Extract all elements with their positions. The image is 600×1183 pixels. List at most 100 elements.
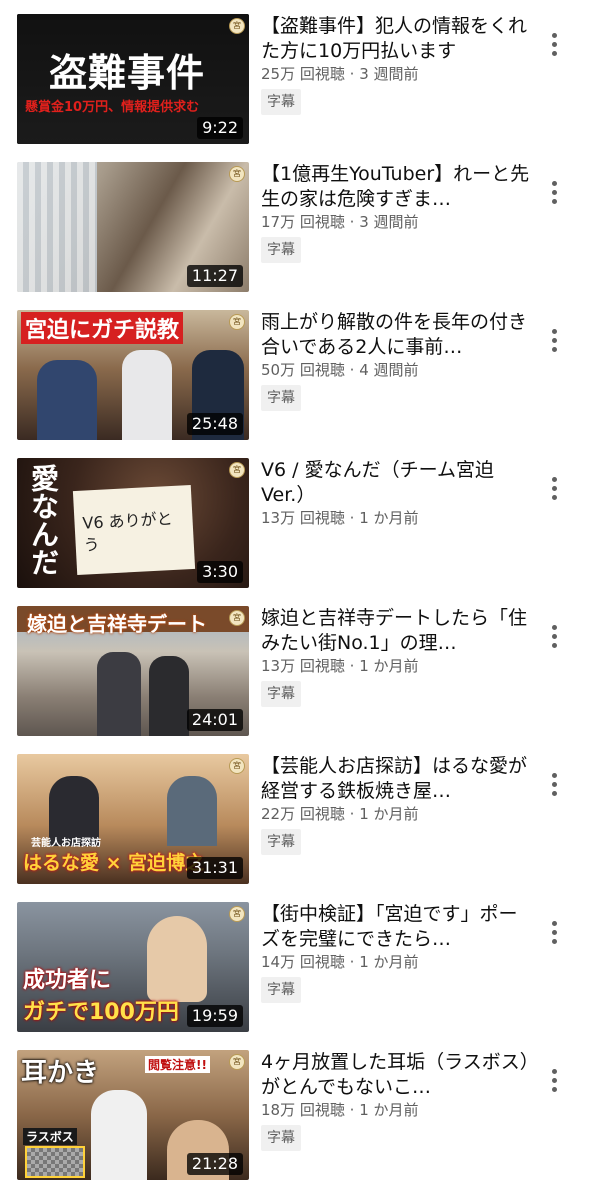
meta-separator: · xyxy=(349,953,355,971)
video-info: 【1億再生YouTuber】れーと先生の家は危険すぎま… 17万 回視聴 · 3… xyxy=(261,162,531,263)
video-meta: 18万 回視聴 · 1 か月前 xyxy=(261,1100,531,1120)
view-count: 17万 回視聴 xyxy=(261,213,345,231)
thumbnail-subcaption: 懸賞金10万円、情報提供求む xyxy=(25,100,200,115)
more-options-icon[interactable] xyxy=(540,912,568,952)
meta-separator: · xyxy=(349,361,355,379)
upload-age: 1 か月前 xyxy=(359,1101,419,1119)
channel-badge: 宮 xyxy=(229,906,245,922)
video-title[interactable]: 【盗難事件】犯人の情報をくれた方に10万円払います xyxy=(261,14,531,64)
video-row[interactable]: 成功者に ガチで100万円 宮 19:59 【街中検証】「宮迫です」ポーズを完璧… xyxy=(0,902,600,1050)
more-options-icon[interactable] xyxy=(540,24,568,64)
video-title[interactable]: 【1億再生YouTuber】れーと先生の家は危険すぎま… xyxy=(261,162,531,212)
thumbnail-caption: 耳かき xyxy=(21,1058,100,1088)
video-meta: 13万 回視聴 · 1 か月前 xyxy=(261,508,531,528)
upload-age: 1 か月前 xyxy=(359,805,419,823)
video-title[interactable]: V6 / 愛なんだ（チーム宮迫Ver.） xyxy=(261,458,531,508)
meta-separator: · xyxy=(349,65,355,83)
more-options-icon[interactable] xyxy=(540,616,568,656)
view-count: 22万 回視聴 xyxy=(261,805,345,823)
captions-badge: 字幕 xyxy=(261,977,301,1003)
video-row[interactable]: 愛なんだ V6 ありがとう 宮 3:30 V6 / 愛なんだ（チーム宮迫Ver.… xyxy=(0,458,600,606)
meta-separator: · xyxy=(349,1101,355,1119)
channel-badge: 宮 xyxy=(229,314,245,330)
thumbnail-subcaption: V6 ありがとう xyxy=(81,509,174,555)
video-title[interactable]: 雨上がり解散の件を長年の付き合いである2人に事前… xyxy=(261,310,531,360)
view-count: 18万 回視聴 xyxy=(261,1101,345,1119)
video-info: 【盗難事件】犯人の情報をくれた方に10万円払います 25万 回視聴 · 3 週間… xyxy=(261,14,531,115)
video-meta: 13万 回視聴 · 1 か月前 xyxy=(261,656,531,676)
video-thumbnail[interactable]: 耳かき 閲覧注意!! ラスボス 宮 21:28 xyxy=(17,1050,249,1180)
thumbnail-caption: 愛なんだ xyxy=(27,464,60,576)
video-meta: 50万 回視聴 · 4 週間前 xyxy=(261,360,531,380)
video-title[interactable]: 【芸能人お店探訪】はるな愛が経営する鉄板焼き屋… xyxy=(261,754,531,804)
video-meta: 17万 回視聴 · 3 週間前 xyxy=(261,212,531,232)
channel-badge: 宮 xyxy=(229,758,245,774)
thumbnail-subcaption: はるな愛 × 宮迫博之 xyxy=(23,852,205,874)
video-info: V6 / 愛なんだ（チーム宮迫Ver.） 13万 回視聴 · 1 か月前 xyxy=(261,458,531,528)
video-row[interactable]: 芸能人お店探訪 はるな愛 × 宮迫博之 宮 31:31 【芸能人お店探訪】はるな… xyxy=(0,754,600,902)
channel-badge: 宮 xyxy=(229,462,245,478)
video-thumbnail[interactable]: 宮迫にガチ説教 宮 25:48 xyxy=(17,310,249,440)
captions-badge: 字幕 xyxy=(261,89,301,115)
video-title[interactable]: 4ヶ月放置した耳垢（ラスボス）がとんでもないこ… xyxy=(261,1050,531,1100)
thumbnail-caption: 芸能人お店探訪 xyxy=(31,838,101,849)
upload-age: 1 か月前 xyxy=(359,953,419,971)
upload-age: 1 か月前 xyxy=(359,509,419,527)
upload-age: 4 週間前 xyxy=(359,361,419,379)
view-count: 50万 回視聴 xyxy=(261,361,345,379)
channel-badge: 宮 xyxy=(229,166,245,182)
duration-badge: 3:30 xyxy=(197,561,243,583)
video-row[interactable]: 宮 11:27 【1億再生YouTuber】れーと先生の家は危険すぎま… 17万… xyxy=(0,162,600,310)
captions-badge: 字幕 xyxy=(261,681,301,707)
thumbnail-caption: 宮迫にガチ説教 xyxy=(21,312,184,344)
video-row[interactable]: 嫁迫と吉祥寺デート 宮 24:01 嫁迫と吉祥寺デートしたら「住みたい街No.1… xyxy=(0,606,600,754)
thumbnail-caption: 嫁迫と吉祥寺デート xyxy=(27,612,207,636)
thumbnail-subcaption: ラスボス xyxy=(23,1128,77,1145)
video-title[interactable]: 【街中検証】「宮迫です」ポーズを完璧にできたら… xyxy=(261,902,531,952)
duration-badge: 25:48 xyxy=(186,413,243,435)
video-info: 【街中検証】「宮迫です」ポーズを完璧にできたら… 14万 回視聴 · 1 か月前… xyxy=(261,902,531,1003)
meta-separator: · xyxy=(349,213,355,231)
video-thumbnail[interactable]: 嫁迫と吉祥寺デート 宮 24:01 xyxy=(17,606,249,736)
video-row[interactable]: 盗難事件 懸賞金10万円、情報提供求む 宮 9:22 【盗難事件】犯人の情報をく… xyxy=(0,14,600,162)
upload-age: 1 か月前 xyxy=(359,657,419,675)
video-list: 盗難事件 懸賞金10万円、情報提供求む 宮 9:22 【盗難事件】犯人の情報をく… xyxy=(0,0,600,1183)
video-row[interactable]: 耳かき 閲覧注意!! ラスボス 宮 21:28 4ヶ月放置した耳垢（ラスボス）が… xyxy=(0,1050,600,1183)
captions-badge: 字幕 xyxy=(261,385,301,411)
thumbnail-warning: 閲覧注意!! xyxy=(145,1056,210,1073)
more-options-icon[interactable] xyxy=(540,764,568,804)
duration-badge: 19:59 xyxy=(186,1005,243,1027)
captions-badge: 字幕 xyxy=(261,829,301,855)
view-count: 13万 回視聴 xyxy=(261,657,345,675)
video-info: 嫁迫と吉祥寺デートしたら「住みたい街No.1」の理… 13万 回視聴 · 1 か… xyxy=(261,606,531,707)
video-thumbnail[interactable]: 宮 11:27 xyxy=(17,162,249,292)
video-thumbnail[interactable]: 芸能人お店探訪 はるな愛 × 宮迫博之 宮 31:31 xyxy=(17,754,249,884)
video-title[interactable]: 嫁迫と吉祥寺デートしたら「住みたい街No.1」の理… xyxy=(261,606,531,656)
video-info: 4ヶ月放置した耳垢（ラスボス）がとんでもないこ… 18万 回視聴 · 1 か月前… xyxy=(261,1050,531,1151)
duration-badge: 24:01 xyxy=(186,709,243,731)
video-thumbnail[interactable]: 成功者に ガチで100万円 宮 19:59 xyxy=(17,902,249,1032)
meta-separator: · xyxy=(349,509,355,527)
video-meta: 25万 回視聴 · 3 週間前 xyxy=(261,64,531,84)
more-options-icon[interactable] xyxy=(540,320,568,360)
upload-age: 3 週間前 xyxy=(359,65,419,83)
channel-badge: 宮 xyxy=(229,1054,245,1070)
video-thumbnail[interactable]: 愛なんだ V6 ありがとう 宮 3:30 xyxy=(17,458,249,588)
captions-badge: 字幕 xyxy=(261,237,301,263)
video-meta: 14万 回視聴 · 1 か月前 xyxy=(261,952,531,972)
view-count: 14万 回視聴 xyxy=(261,953,345,971)
meta-separator: · xyxy=(349,805,355,823)
more-options-icon[interactable] xyxy=(540,468,568,508)
video-row[interactable]: 宮迫にガチ説教 宮 25:48 雨上がり解散の件を長年の付き合いである2人に事前… xyxy=(0,310,600,458)
video-info: 【芸能人お店探訪】はるな愛が経営する鉄板焼き屋… 22万 回視聴 · 1 か月前… xyxy=(261,754,531,855)
upload-age: 3 週間前 xyxy=(359,213,419,231)
captions-badge: 字幕 xyxy=(261,1125,301,1151)
video-meta: 22万 回視聴 · 1 か月前 xyxy=(261,804,531,824)
more-options-icon[interactable] xyxy=(540,1060,568,1100)
thumbnail-subcaption: ガチで100万円 xyxy=(23,1000,179,1025)
thumbnail-caption: 成功者に xyxy=(23,968,112,993)
view-count: 13万 回視聴 xyxy=(261,509,345,527)
video-thumbnail[interactable]: 盗難事件 懸賞金10万円、情報提供求む 宮 9:22 xyxy=(17,14,249,144)
video-info: 雨上がり解散の件を長年の付き合いである2人に事前… 50万 回視聴 · 4 週間… xyxy=(261,310,531,411)
more-options-icon[interactable] xyxy=(540,172,568,212)
